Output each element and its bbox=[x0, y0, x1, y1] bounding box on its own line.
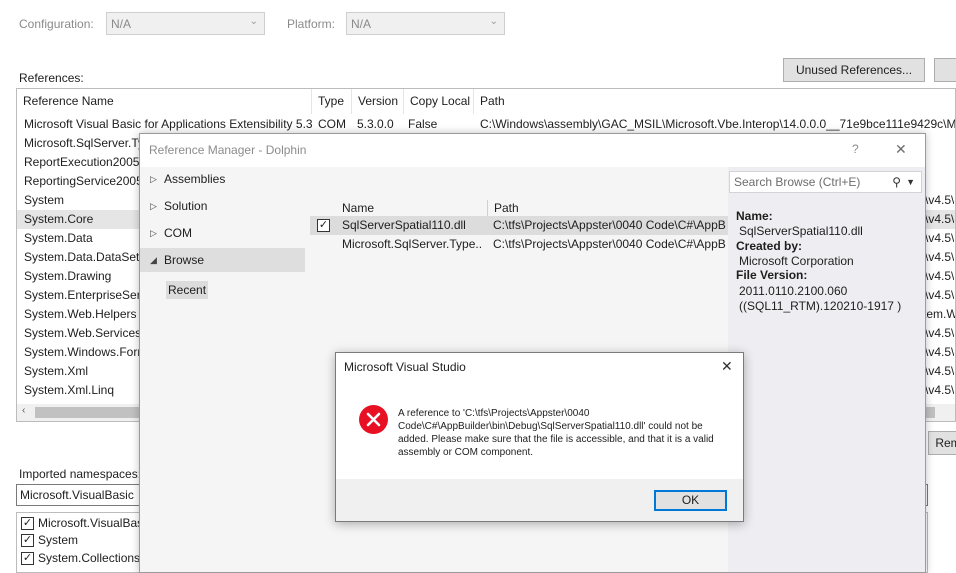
column-header-type[interactable]: Type bbox=[312, 89, 352, 114]
search-input[interactable]: Search Browse (Ctrl+E) ⚲ ▼ bbox=[729, 171, 922, 193]
nav-pane: ▷ Assemblies ▷ Solution ▷ COM ◢ Browse Recen… bbox=[140, 167, 310, 572]
reference-name: Microsoft.SqlServer.Ty bbox=[24, 136, 145, 150]
extra-button[interactable] bbox=[934, 58, 956, 82]
detail-version-value: 2011.0110.2100.060 bbox=[739, 284, 848, 298]
reference-path: \v4.5\ bbox=[925, 345, 955, 359]
nav-item-label: Assemblies bbox=[164, 172, 226, 186]
grid-header-path[interactable]: Path bbox=[494, 200, 519, 216]
checkbox-checked[interactable]: ✓ bbox=[21, 534, 34, 547]
reference-path: \v4.5\ bbox=[925, 326, 955, 340]
reference-name: ReportExecution2005 bbox=[24, 155, 140, 169]
reference-name: System.Core bbox=[24, 212, 94, 226]
detail-created-label: Created by: bbox=[736, 239, 803, 253]
nav-item-label: COM bbox=[164, 226, 192, 240]
reference-path: \v4.5\ bbox=[925, 250, 955, 264]
nav-item-com[interactable]: ▷ COM bbox=[140, 221, 305, 245]
table-row[interactable]: Microsoft.SqlServer.Type... C:\tfs\Proje… bbox=[310, 235, 728, 254]
reference-name: System.Web.Services bbox=[24, 326, 142, 340]
reference-name: System.Windows.Forr bbox=[24, 345, 142, 359]
column-divider bbox=[487, 200, 488, 216]
close-icon[interactable]: ✕ bbox=[895, 141, 907, 158]
table-row[interactable]: ✓ SqlServerSpatial110.dll C:\tfs\Project… bbox=[310, 216, 728, 235]
ok-button[interactable]: OK bbox=[654, 490, 727, 511]
reference-type: COM bbox=[318, 117, 346, 131]
grid-name: Microsoft.SqlServer.Type... bbox=[342, 237, 482, 251]
nav-item-assemblies[interactable]: ▷ Assemblies bbox=[140, 167, 305, 191]
detail-created-value: Microsoft Corporation bbox=[739, 254, 854, 268]
reference-name: ReportingService2005 bbox=[24, 174, 143, 188]
chevron-right-icon: ▷ bbox=[150, 201, 157, 211]
reference-version: 5.3.0.0 bbox=[357, 117, 394, 131]
unused-references-button[interactable]: Unused References... bbox=[783, 58, 925, 82]
chevron-down-icon: ◢ bbox=[150, 255, 157, 265]
chevron-down-icon[interactable]: ▼ bbox=[906, 172, 915, 192]
remove-button[interactable]: Rem bbox=[928, 431, 956, 455]
list-item-label: System bbox=[38, 533, 79, 547]
nav-item-label: Solution bbox=[164, 199, 208, 213]
reference-name: System.Drawing bbox=[24, 269, 112, 283]
platform-value: N/A bbox=[351, 17, 372, 31]
error-message: A reference to 'C:\tfs\Projects\Appster\… bbox=[398, 408, 714, 458]
checkbox-checked[interactable]: ✓ bbox=[21, 517, 34, 530]
column-header-version[interactable]: Version bbox=[352, 89, 404, 114]
nav-item-browse[interactable]: ◢ Browse bbox=[140, 248, 305, 272]
reference-path: \v4.5\ bbox=[925, 364, 955, 378]
table-row[interactable]: Microsoft Visual Basic for Applications … bbox=[17, 115, 956, 134]
reference-name: System.Xml.Linq bbox=[24, 383, 115, 397]
detail-version-label: File Version: bbox=[736, 268, 808, 282]
reference-name: Microsoft Visual Basic for Applications … bbox=[24, 117, 313, 131]
checkbox-checked[interactable]: ✓ bbox=[21, 552, 34, 565]
platform-dropdown[interactable]: N/A ⌄ bbox=[346, 12, 505, 35]
configuration-dropdown[interactable]: N/A ⌄ bbox=[106, 12, 265, 35]
nav-item-solution[interactable]: ▷ Solution bbox=[140, 194, 305, 218]
detail-version-value-build: ((SQL11_RTM).120210-1917 ) bbox=[739, 299, 902, 313]
reference-copy-local: False bbox=[408, 117, 438, 131]
nav-item-recent[interactable]: Recent bbox=[166, 281, 209, 299]
detail-name-label: Name: bbox=[736, 209, 773, 223]
reference-name: System.EnterpriseServ bbox=[24, 288, 147, 302]
reference-path: tem.W bbox=[923, 307, 956, 321]
reference-name: System.Data.DataSetE bbox=[24, 250, 148, 264]
reference-name: System.Xml bbox=[24, 364, 89, 378]
configuration-value: N/A bbox=[111, 17, 132, 31]
reference-path: \v4.5\ bbox=[925, 269, 955, 283]
reference-name: System bbox=[24, 193, 65, 207]
reference-path: C:\Windows\assembly\GAC_MSIL\Microsoft.V… bbox=[480, 117, 956, 131]
reference-path: \v4.5\ bbox=[925, 193, 955, 207]
nav-item-label: Browse bbox=[164, 253, 205, 267]
reference-path: \v4.5\ bbox=[925, 288, 955, 302]
reference-name: System.Data bbox=[24, 231, 93, 245]
grid-header-name[interactable]: Name bbox=[342, 200, 374, 216]
close-icon[interactable]: ✕ bbox=[721, 358, 733, 375]
reference-name: System.Web.Helpers bbox=[24, 307, 137, 321]
error-dialog-title: Microsoft Visual Studio bbox=[344, 360, 466, 374]
imported-namespaces-label: Imported namespaces: bbox=[19, 467, 142, 481]
chevron-right-icon: ▷ bbox=[150, 228, 157, 238]
search-icon[interactable]: ⚲ bbox=[892, 172, 901, 192]
error-icon bbox=[359, 405, 388, 434]
list-item-label: System.Collections bbox=[38, 551, 141, 565]
reference-manager-title: Reference Manager - Dolphin bbox=[149, 143, 307, 157]
reference-path: \v4.5\ bbox=[925, 383, 955, 397]
grid-path: C:\tfs\Projects\Appster\0040 Code\C#\App… bbox=[493, 237, 726, 251]
scroll-left-icon[interactable]: ‹ bbox=[22, 405, 25, 416]
references-label: References: bbox=[19, 71, 84, 85]
chevron-down-icon: ⌄ bbox=[489, 16, 498, 27]
chevron-right-icon: ▷ bbox=[150, 174, 157, 184]
column-header-reference-name[interactable]: Reference Name bbox=[17, 89, 312, 114]
chevron-down-icon: ⌄ bbox=[249, 16, 258, 27]
help-icon[interactable]: ? bbox=[852, 142, 859, 156]
configuration-label: Configuration: bbox=[19, 17, 94, 31]
reference-path: \v4.5\ bbox=[925, 212, 955, 226]
checkbox-checked[interactable]: ✓ bbox=[317, 219, 330, 232]
column-header-copy-local[interactable]: Copy Local bbox=[404, 89, 474, 114]
platform-label: Platform: bbox=[287, 17, 336, 31]
column-header-path[interactable]: Path bbox=[474, 89, 955, 114]
detail-name-value: SqlServerSpatial110.dll bbox=[739, 224, 863, 238]
grid-path: C:\tfs\Projects\Appster\0040 Code\C#\App… bbox=[493, 218, 726, 232]
search-placeholder: Search Browse (Ctrl+E) bbox=[734, 175, 861, 189]
reference-path: \v4.5\ bbox=[925, 231, 955, 245]
grid-name: SqlServerSpatial110.dll bbox=[342, 218, 466, 232]
